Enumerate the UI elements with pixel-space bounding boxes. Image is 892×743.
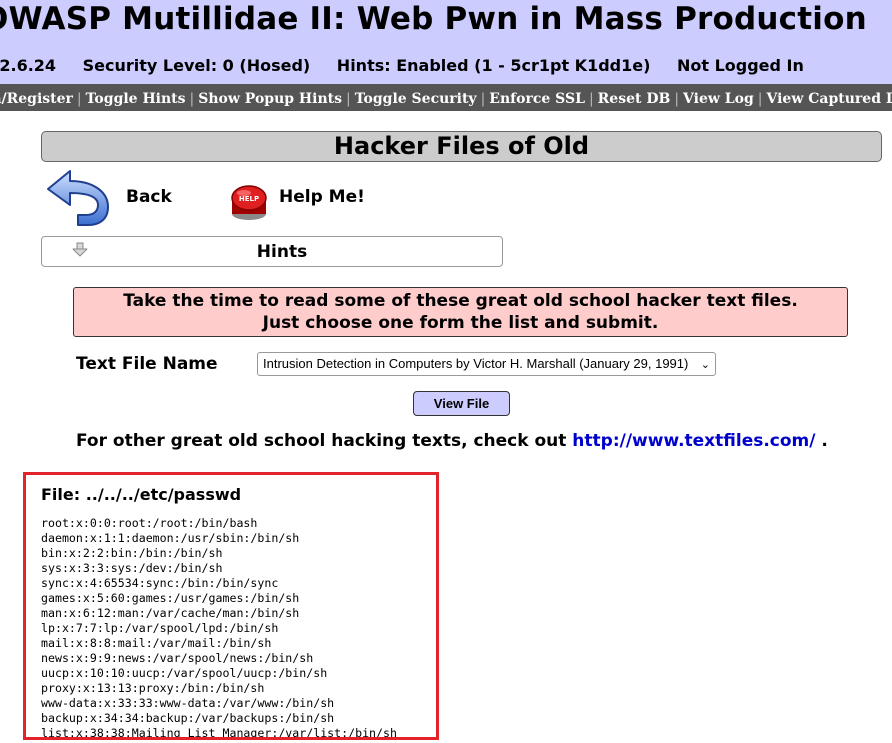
more-texts-suffix: .	[815, 431, 828, 451]
hints-label: Hints	[256, 242, 308, 262]
file-line: uucp:x:10:10:uucp:/var/spool/uucp:/bin/s…	[41, 666, 328, 680]
text-file-select[interactable]: Intrusion Detection in Computers by Vict…	[257, 352, 716, 376]
instructions-box: Take the time to read some of these grea…	[73, 287, 848, 337]
site-header: OWASP Mutillidae II: Web Pwn in Mass Pro…	[0, 0, 892, 84]
back-label: Back	[126, 187, 172, 207]
nav-reset-db[interactable]: Reset DB	[598, 91, 671, 107]
nav-view-log[interactable]: View Log	[683, 91, 754, 107]
text-file-name-label: Text File Name	[76, 354, 218, 374]
hints-status-text: Hints: Enabled (1 - 5cr1pt K1dd1e)	[336, 56, 651, 75]
file-line: mail:x:8:8:mail:/var/mail:/bin/sh	[41, 636, 272, 650]
textfiles-link[interactable]: http://www.textfiles.com/	[572, 431, 815, 451]
page-title: Hacker Files of Old	[41, 131, 882, 162]
nav-enforce-ssl[interactable]: Enforce SSL	[489, 91, 585, 107]
file-line: games:x:5:60:games:/usr/games:/bin/sh	[41, 591, 300, 605]
nav-show-popup-hints[interactable]: Show Popup Hints	[198, 91, 342, 107]
file-line: www-data:x:33:33:www-data:/var/www:/bin/…	[41, 696, 335, 710]
back-button[interactable]: Back	[44, 167, 204, 229]
file-path-heading: File: ../../../etc/passwd	[41, 485, 242, 504]
nav-view-captured-data[interactable]: View Captured Data	[767, 91, 892, 107]
back-arrow-icon	[47, 170, 109, 226]
nav-separator: |	[674, 91, 680, 107]
file-line: root:x:0:0:root:/root:/bin/bash	[41, 516, 258, 530]
help-icon-text: HELP	[239, 195, 259, 203]
file-line: man:x:6:12:man:/var/cache/man:/bin/sh	[41, 606, 300, 620]
more-texts-line: For other great old school hacking texts…	[76, 431, 828, 451]
site-title: OWASP Mutillidae II: Web Pwn in Mass Pro…	[0, 1, 867, 37]
file-content: root:x:0:0:root:/root:/bin/bash daemon:x:…	[41, 516, 397, 740]
nav-toggle-security[interactable]: Toggle Security	[355, 91, 477, 107]
nav-separator: |	[757, 91, 763, 107]
file-line: news:x:9:9:news:/var/spool/news:/bin/sh	[41, 651, 314, 665]
login-status-text: Not Logged In	[676, 56, 804, 75]
nav-separator: |	[346, 91, 351, 107]
chevron-down-icon: ⌄	[700, 359, 710, 371]
status-bar: n: 2.6.24 Security Level: 0 (Hosed) Hint…	[0, 56, 825, 75]
help-me-label: Help Me!	[279, 187, 365, 207]
nav-separator: |	[189, 91, 195, 107]
file-line: sync:x:4:65534:sync:/bin:/bin/sync	[41, 576, 279, 590]
more-texts-prefix: For other great old school hacking texts…	[76, 431, 573, 451]
view-file-button[interactable]: View File	[413, 391, 510, 416]
file-line: backup:x:34:34:backup:/var/backups:/bin/…	[41, 711, 335, 725]
help-me-button[interactable]: HELP Help Me!	[226, 176, 386, 224]
file-line: list:x:38:38:Mailing List Manager:/var/l…	[41, 726, 397, 740]
version-text: n: 2.6.24	[0, 56, 57, 75]
instructions-line-1: Take the time to read some of these grea…	[123, 291, 798, 311]
text-file-select-value: Intrusion Detection in Computers by Vict…	[263, 356, 689, 371]
hints-toggle[interactable]: Hints	[41, 236, 503, 267]
file-line: proxy:x:13:13:proxy:/bin:/bin/sh	[41, 681, 265, 695]
nav-login-register[interactable]: in/Register	[0, 91, 73, 107]
nav-bar: in/Register|Toggle Hints|Show Popup Hint…	[0, 84, 892, 111]
file-output-panel: File: ../../../etc/passwd root:x:0:0:roo…	[23, 472, 439, 740]
nav-separator: |	[588, 91, 594, 107]
file-line: lp:x:7:7:lp:/var/spool/lpd:/bin/sh	[41, 621, 279, 635]
file-line: bin:x:2:2:bin:/bin:/bin/sh	[41, 546, 223, 560]
nav-separator: |	[76, 91, 82, 107]
help-button-icon: HELP	[231, 185, 267, 220]
file-line: daemon:x:1:1:daemon:/usr/sbin:/bin/sh	[41, 531, 300, 545]
file-line: sys:x:3:3:sys:/dev:/bin/sh	[41, 561, 223, 575]
instructions-line-2: Just choose one form the list and submit…	[262, 313, 659, 333]
nav-separator: |	[480, 91, 486, 107]
nav-toggle-hints[interactable]: Toggle Hints	[86, 91, 186, 107]
security-level-text: Security Level: 0 (Hosed)	[82, 56, 311, 75]
